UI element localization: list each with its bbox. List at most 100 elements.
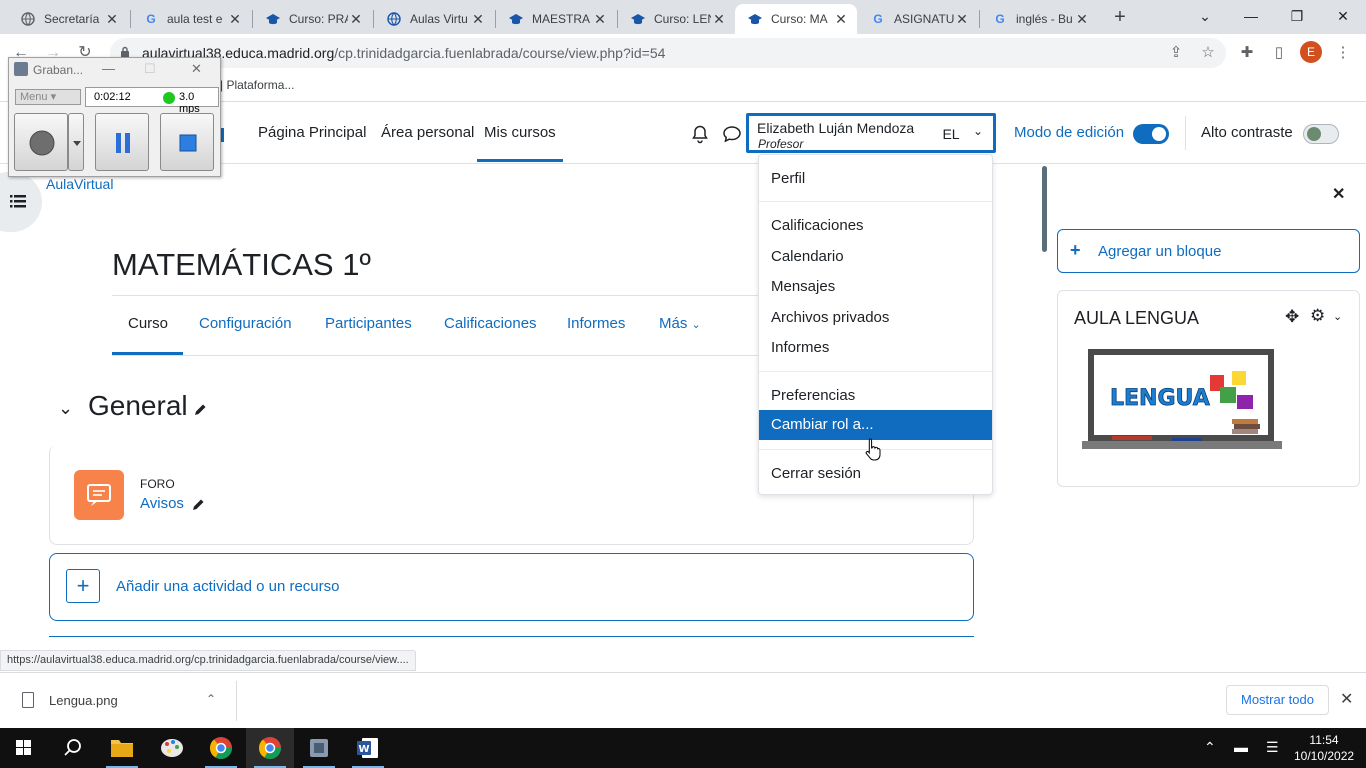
taskbar-chrome-active[interactable]	[246, 728, 294, 768]
menu-item-switch-role[interactable]: Cambiar rol a...	[759, 410, 992, 440]
close-tab-icon[interactable]: ✕	[711, 11, 727, 28]
activity-link[interactable]: Avisos	[140, 495, 184, 512]
chrome-menu-icon[interactable]: ⋮	[1332, 42, 1354, 64]
menu-item-logout[interactable]: Cerrar sesión	[771, 465, 861, 482]
forum-icon[interactable]	[74, 470, 124, 520]
browser-tab[interactable]: G inglés - Bu ✕	[980, 4, 1098, 34]
messages-chat-icon[interactable]	[722, 124, 742, 144]
high-contrast-toggle[interactable]	[1303, 124, 1339, 144]
browser-tab[interactable]: G aula test e ✕	[131, 4, 251, 34]
menu-item-private-files[interactable]: Archivos privados	[771, 309, 889, 326]
close-tab-icon[interactable]: ✕	[104, 11, 120, 28]
menu-item-calendar[interactable]: Calendario	[771, 248, 844, 265]
tab-search-button[interactable]: ⌄	[1182, 2, 1228, 30]
close-drawer-icon[interactable]: ✕	[1332, 184, 1345, 204]
taskbar-clock[interactable]: 11:54 10/10/2022	[1294, 732, 1354, 764]
user-menu-toggle[interactable]: Elizabeth Luján Mendoza Profesor EL ⌄	[746, 113, 996, 153]
section-collapse-icon[interactable]: ⌄	[58, 398, 73, 419]
close-tab-icon[interactable]: ✕	[470, 11, 486, 28]
edit-pencil-icon[interactable]	[193, 403, 207, 417]
close-tab-icon[interactable]: ✕	[954, 11, 970, 28]
chevron-down-icon[interactable]: ⌄	[1333, 310, 1342, 323]
browser-tab-active[interactable]: Curso: MA ✕	[735, 4, 857, 34]
edit-pencil-icon[interactable]	[191, 498, 205, 512]
taskbar-chrome[interactable]	[197, 728, 245, 768]
browser-tab[interactable]: Aulas Virtu ✕	[374, 4, 494, 34]
start-button[interactable]	[0, 728, 48, 768]
plus-icon[interactable]: +	[1070, 240, 1081, 261]
record-options-button[interactable]	[68, 113, 84, 171]
plus-icon[interactable]: +	[66, 569, 100, 603]
folder-icon	[111, 740, 133, 757]
menu-item-preferences[interactable]: Preferencias	[771, 387, 855, 404]
breadcrumb[interactable]: AulaVirtual	[46, 176, 113, 192]
close-icon[interactable]: ✕	[1340, 689, 1353, 709]
bookmark-star-icon[interactable]: ☆	[1197, 42, 1219, 64]
menu-item-grades[interactable]: Calificaciones	[771, 217, 864, 234]
battery-icon[interactable]: ▬	[1234, 739, 1248, 755]
close-tab-icon[interactable]: ✕	[833, 11, 849, 28]
board-word: LENGUA	[1110, 386, 1210, 411]
close-window-button[interactable]: ✕	[1320, 2, 1366, 30]
recorder-status: 0:02:12 3.0 mps	[85, 87, 219, 115]
menu-item-messages[interactable]: Mensajes	[771, 278, 835, 295]
show-all-button[interactable]: Mostrar todo	[1226, 685, 1329, 715]
svg-text:W: W	[358, 744, 369, 755]
bookmark-item[interactable]: | Plataforma...	[220, 78, 294, 92]
stop-button[interactable]	[160, 113, 214, 171]
notification-icon[interactable]: ☰	[1266, 739, 1279, 756]
lengua-board-image: LENGUA	[1082, 349, 1282, 449]
recorder-minimize-button[interactable]: —	[102, 61, 115, 76]
browser-tab[interactable]: Curso: PRA ✕	[253, 4, 372, 34]
restore-button[interactable]: ❐	[1274, 2, 1320, 30]
add-block-label[interactable]: Agregar un bloque	[1098, 243, 1221, 260]
menu-item-profile[interactable]: Perfil	[771, 170, 805, 187]
taskbar-word[interactable]: W	[344, 728, 392, 768]
edit-mode-toggle[interactable]	[1133, 124, 1169, 144]
tab-participants[interactable]: Participantes	[325, 315, 412, 332]
divider	[49, 636, 974, 637]
taskbar-paint-app[interactable]	[148, 728, 196, 768]
browser-tab[interactable]: Curso: LEN ✕	[618, 4, 735, 34]
side-panel-icon[interactable]: ▯	[1268, 42, 1290, 64]
nav-dashboard[interactable]: Área personal	[381, 124, 474, 141]
tab-settings[interactable]: Configuración	[199, 315, 292, 332]
new-tab-button[interactable]: +	[1108, 6, 1132, 30]
notifications-bell-icon[interactable]	[690, 124, 710, 144]
close-tab-icon[interactable]: ✕	[592, 11, 608, 28]
browser-tab[interactable]: Secretaría ✕	[8, 4, 128, 34]
close-tab-icon[interactable]: ✕	[227, 11, 243, 28]
close-tab-icon[interactable]: ✕	[348, 11, 364, 28]
browser-tab[interactable]: MAESTRA ✕	[496, 4, 616, 34]
move-icon[interactable]: ✥	[1285, 307, 1299, 327]
recorder-menu-select[interactable]: Menu ▾	[15, 89, 81, 105]
record-button[interactable]	[14, 113, 68, 171]
pause-button[interactable]	[95, 113, 149, 171]
share-icon[interactable]: ⇪	[1165, 42, 1187, 64]
close-tab-icon[interactable]: ✕	[1074, 11, 1090, 28]
tab-grades[interactable]: Calificaciones	[444, 315, 537, 332]
browser-tab[interactable]: G ASIGNATU ✕	[858, 4, 978, 34]
nav-my-courses[interactable]: Mis cursos	[477, 124, 563, 162]
chevron-up-icon[interactable]: ⌃	[1204, 739, 1216, 756]
add-activity-label[interactable]: Añadir una actividad o un recurso	[116, 578, 339, 595]
scrollbar-thumb[interactable]	[1042, 166, 1047, 252]
recorder-maximize-button[interactable]: ☐	[144, 61, 156, 77]
download-file-name[interactable]: Lengua.png	[49, 693, 118, 708]
gear-icon[interactable]: ⚙	[1310, 306, 1325, 326]
address-bar[interactable]: aulavirtual38.educa.madrid.org/cp.trinid…	[110, 38, 1226, 68]
chevron-up-icon[interactable]: ⌃	[206, 692, 216, 706]
list-icon[interactable]	[10, 194, 26, 208]
tab-course[interactable]: Curso	[128, 315, 168, 332]
taskbar-file-explorer[interactable]	[98, 728, 146, 768]
nav-home[interactable]: Página Principal	[258, 124, 366, 141]
tab-more[interactable]: Más ⌄	[659, 315, 701, 332]
recorder-close-button[interactable]: ✕	[191, 61, 202, 77]
tab-reports[interactable]: Informes	[567, 315, 625, 332]
menu-item-reports[interactable]: Informes	[771, 339, 829, 356]
extensions-icon[interactable]: ✚	[1236, 42, 1258, 64]
minimize-button[interactable]: —	[1228, 2, 1274, 30]
profile-avatar[interactable]: E	[1300, 41, 1322, 63]
taskbar-recorder-app[interactable]	[295, 728, 343, 768]
search-button[interactable]	[48, 728, 96, 768]
